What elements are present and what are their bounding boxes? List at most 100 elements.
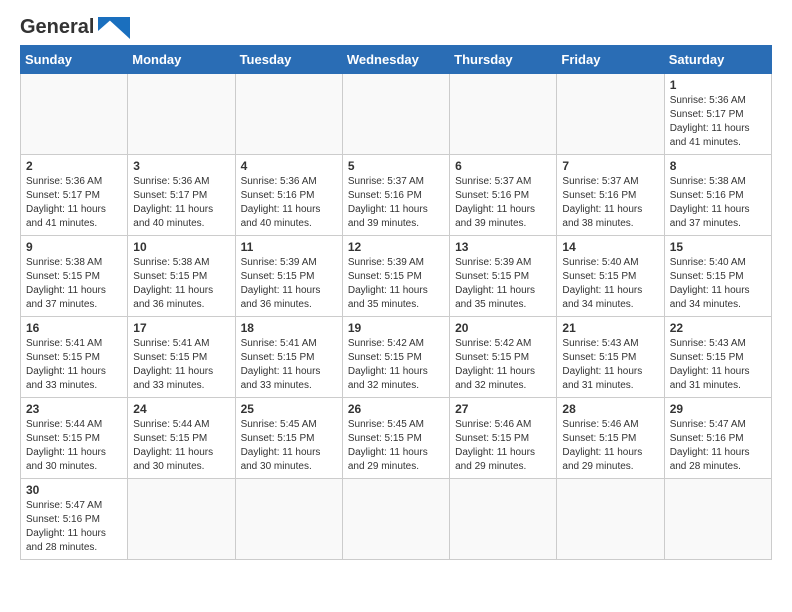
day-info: Sunrise: 5:45 AM Sunset: 5:15 PM Dayligh… <box>241 418 337 474</box>
day-number: 23 <box>26 402 122 416</box>
day-info: Sunrise: 5:37 AM Sunset: 5:16 PM Dayligh… <box>348 175 444 231</box>
day-number: 6 <box>455 159 551 173</box>
calendar-cell: 24 Sunrise: 5:44 AM Sunset: 5:15 PM Dayli… <box>128 398 235 479</box>
day-info: Sunrise: 5:41 AM Sunset: 5:15 PM Dayligh… <box>241 337 337 393</box>
day-info: Sunrise: 5:39 AM Sunset: 5:15 PM Dayligh… <box>455 256 551 312</box>
calendar-cell: 10 Sunrise: 5:38 AM Sunset: 5:15 PM Dayli… <box>128 236 235 317</box>
calendar-cell: 8 Sunrise: 5:38 AM Sunset: 5:16 PM Daylig… <box>664 155 771 236</box>
calendar-week-row: 1 Sunrise: 5:36 AM Sunset: 5:17 PM Daylig… <box>21 74 772 155</box>
day-number: 25 <box>241 402 337 416</box>
calendar-table: SundayMondayTuesdayWednesdayThursdayFrid… <box>20 45 772 560</box>
logo: General <box>20 16 130 35</box>
day-number: 26 <box>348 402 444 416</box>
calendar-week-row: 30Sunrise: 5:47 AM Sunset: 5:16 PM Dayli… <box>21 479 772 560</box>
calendar-cell: 11Sunrise: 5:39 AM Sunset: 5:15 PM Dayli… <box>235 236 342 317</box>
day-number: 21 <box>562 321 658 335</box>
day-number: 19 <box>348 321 444 335</box>
day-info: Sunrise: 5:36 AM Sunset: 5:17 PM Dayligh… <box>133 175 229 231</box>
calendar-week-row: 23 Sunrise: 5:44 AM Sunset: 5:15 PM Dayli… <box>21 398 772 479</box>
day-info: Sunrise: 5:47 AM Sunset: 5:16 PM Dayligh… <box>670 418 766 474</box>
calendar-cell: 1 Sunrise: 5:36 AM Sunset: 5:17 PM Daylig… <box>664 74 771 155</box>
day-number: 11 <box>241 240 337 254</box>
day-number: 3 <box>133 159 229 173</box>
day-number: 2 <box>26 159 122 173</box>
day-number: 18 <box>241 321 337 335</box>
day-info: Sunrise: 5:36 AM Sunset: 5:16 PM Dayligh… <box>241 175 337 231</box>
calendar-cell: 22 Sunrise: 5:43 AM Sunset: 5:15 PM Dayli… <box>664 317 771 398</box>
calendar-cell: 14 Sunrise: 5:40 AM Sunset: 5:15 PM Dayli… <box>557 236 664 317</box>
calendar-cell: 5Sunrise: 5:37 AM Sunset: 5:16 PM Daylig… <box>342 155 449 236</box>
day-info: Sunrise: 5:43 AM Sunset: 5:15 PM Dayligh… <box>562 337 658 393</box>
day-info: Sunrise: 5:38 AM Sunset: 5:15 PM Dayligh… <box>133 256 229 312</box>
calendar-cell: 23 Sunrise: 5:44 AM Sunset: 5:15 PM Dayli… <box>21 398 128 479</box>
day-number: 10 <box>133 240 229 254</box>
day-info: Sunrise: 5:38 AM Sunset: 5:15 PM Dayligh… <box>26 256 122 312</box>
calendar-week-row: 16 Sunrise: 5:41 AM Sunset: 5:15 PM Dayli… <box>21 317 772 398</box>
calendar-cell: 7 Sunrise: 5:37 AM Sunset: 5:16 PM Daylig… <box>557 155 664 236</box>
calendar-cell <box>450 74 557 155</box>
page-header: General <box>20 16 772 35</box>
day-info: Sunrise: 5:40 AM Sunset: 5:15 PM Dayligh… <box>562 256 658 312</box>
day-number: 16 <box>26 321 122 335</box>
day-info: Sunrise: 5:36 AM Sunset: 5:17 PM Dayligh… <box>26 175 122 231</box>
weekday-header-friday: Friday <box>557 46 664 74</box>
weekday-header-sunday: Sunday <box>21 46 128 74</box>
day-number: 7 <box>562 159 658 173</box>
calendar-cell <box>664 479 771 560</box>
day-info: Sunrise: 5:43 AM Sunset: 5:15 PM Dayligh… <box>670 337 766 393</box>
day-number: 14 <box>562 240 658 254</box>
calendar-week-row: 2 Sunrise: 5:36 AM Sunset: 5:17 PM Daylig… <box>21 155 772 236</box>
calendar-cell: 9 Sunrise: 5:38 AM Sunset: 5:15 PM Daylig… <box>21 236 128 317</box>
calendar-cell <box>557 479 664 560</box>
calendar-cell: 3 Sunrise: 5:36 AM Sunset: 5:17 PM Daylig… <box>128 155 235 236</box>
day-info: Sunrise: 5:40 AM Sunset: 5:15 PM Dayligh… <box>670 256 766 312</box>
calendar-cell <box>21 74 128 155</box>
calendar-cell: 25 Sunrise: 5:45 AM Sunset: 5:15 PM Dayli… <box>235 398 342 479</box>
day-number: 15 <box>670 240 766 254</box>
day-info: Sunrise: 5:42 AM Sunset: 5:15 PM Dayligh… <box>348 337 444 393</box>
calendar-cell: 28 Sunrise: 5:46 AM Sunset: 5:15 PM Dayli… <box>557 398 664 479</box>
calendar-cell <box>235 74 342 155</box>
calendar-cell: 21 Sunrise: 5:43 AM Sunset: 5:15 PM Dayli… <box>557 317 664 398</box>
calendar-cell <box>557 74 664 155</box>
calendar-cell: 29Sunrise: 5:47 AM Sunset: 5:16 PM Dayli… <box>664 398 771 479</box>
calendar-cell: 12Sunrise: 5:39 AM Sunset: 5:15 PM Dayli… <box>342 236 449 317</box>
calendar-cell: 2 Sunrise: 5:36 AM Sunset: 5:17 PM Daylig… <box>21 155 128 236</box>
calendar-cell: 18 Sunrise: 5:41 AM Sunset: 5:15 PM Dayli… <box>235 317 342 398</box>
calendar-cell <box>342 74 449 155</box>
day-info: Sunrise: 5:37 AM Sunset: 5:16 PM Dayligh… <box>562 175 658 231</box>
weekday-header-saturday: Saturday <box>664 46 771 74</box>
day-info: Sunrise: 5:47 AM Sunset: 5:16 PM Dayligh… <box>26 499 122 555</box>
weekday-header-thursday: Thursday <box>450 46 557 74</box>
calendar-cell: 6 Sunrise: 5:37 AM Sunset: 5:16 PM Daylig… <box>450 155 557 236</box>
logo-blue-icon <box>98 17 130 39</box>
calendar-cell <box>128 479 235 560</box>
day-number: 28 <box>562 402 658 416</box>
calendar-cell: 20Sunrise: 5:42 AM Sunset: 5:15 PM Dayli… <box>450 317 557 398</box>
day-info: Sunrise: 5:42 AM Sunset: 5:15 PM Dayligh… <box>455 337 551 393</box>
day-info: Sunrise: 5:41 AM Sunset: 5:15 PM Dayligh… <box>26 337 122 393</box>
calendar-cell <box>235 479 342 560</box>
calendar-cell: 26 Sunrise: 5:45 AM Sunset: 5:15 PM Dayli… <box>342 398 449 479</box>
calendar-cell: 17Sunrise: 5:41 AM Sunset: 5:15 PM Dayli… <box>128 317 235 398</box>
day-info: Sunrise: 5:44 AM Sunset: 5:15 PM Dayligh… <box>26 418 122 474</box>
calendar-cell: 27Sunrise: 5:46 AM Sunset: 5:15 PM Dayli… <box>450 398 557 479</box>
day-number: 9 <box>26 240 122 254</box>
day-number: 24 <box>133 402 229 416</box>
day-info: Sunrise: 5:44 AM Sunset: 5:15 PM Dayligh… <box>133 418 229 474</box>
calendar-cell <box>342 479 449 560</box>
day-info: Sunrise: 5:37 AM Sunset: 5:16 PM Dayligh… <box>455 175 551 231</box>
calendar-cell <box>450 479 557 560</box>
day-number: 1 <box>670 78 766 92</box>
day-number: 22 <box>670 321 766 335</box>
day-info: Sunrise: 5:46 AM Sunset: 5:15 PM Dayligh… <box>562 418 658 474</box>
calendar-cell <box>128 74 235 155</box>
weekday-header-tuesday: Tuesday <box>235 46 342 74</box>
day-info: Sunrise: 5:36 AM Sunset: 5:17 PM Dayligh… <box>670 94 766 150</box>
day-number: 8 <box>670 159 766 173</box>
calendar-cell: 30Sunrise: 5:47 AM Sunset: 5:16 PM Dayli… <box>21 479 128 560</box>
day-number: 27 <box>455 402 551 416</box>
day-info: Sunrise: 5:38 AM Sunset: 5:16 PM Dayligh… <box>670 175 766 231</box>
day-info: Sunrise: 5:45 AM Sunset: 5:15 PM Dayligh… <box>348 418 444 474</box>
calendar-cell: 16 Sunrise: 5:41 AM Sunset: 5:15 PM Dayli… <box>21 317 128 398</box>
